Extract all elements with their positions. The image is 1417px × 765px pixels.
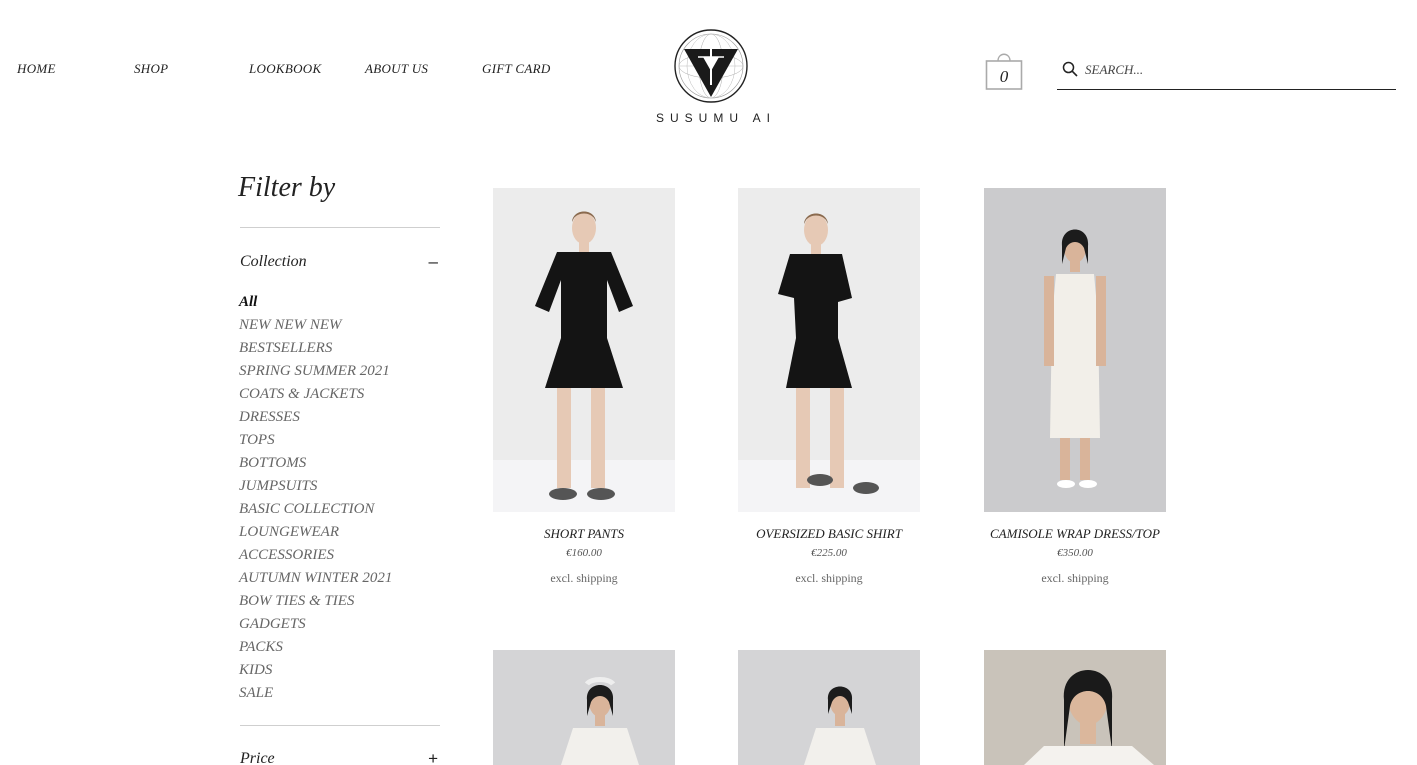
search-bar: [1057, 56, 1396, 90]
collection-label: Collection: [240, 253, 307, 270]
cart-button[interactable]: 0: [985, 49, 1023, 91]
brand-name: SUSUMU AI: [656, 111, 777, 125]
price-label: Price: [240, 750, 275, 765]
triangle-seal-logo-icon: [674, 29, 748, 103]
collection-item-bow-ties-ties[interactable]: BOW TIES & TIES: [239, 591, 392, 614]
collection-item-all[interactable]: All: [239, 292, 392, 315]
cart-count: 0: [999, 67, 1009, 86]
product-price: €160.00: [566, 547, 602, 559]
search-icon: [1062, 61, 1078, 77]
nav-shop[interactable]: SHOP: [134, 61, 168, 77]
collection-item-tops[interactable]: TOPS: [239, 430, 392, 453]
collection-item-basic-collection[interactable]: BASIC COLLECTION: [239, 499, 392, 522]
product-image[interactable]: [984, 650, 1166, 765]
collection-item-spring-summer-2021[interactable]: SPRING SUMMER 2021: [239, 361, 392, 384]
product-shipping: excl. shipping: [550, 571, 618, 585]
price-filter-header[interactable]: Price +: [240, 749, 440, 765]
collection-item-packs[interactable]: PACKS: [239, 637, 392, 660]
product-shipping: excl. shipping: [795, 571, 863, 585]
divider: [240, 725, 440, 726]
product-image[interactable]: [984, 188, 1166, 512]
product-image[interactable]: [493, 650, 675, 765]
collection-item-dresses[interactable]: DRESSES: [239, 407, 392, 430]
collection-item-bestsellers[interactable]: BESTSELLERS: [239, 338, 392, 361]
product-price: €225.00: [811, 547, 847, 559]
product-name[interactable]: SHORT PANTS: [473, 526, 695, 542]
brand-logo[interactable]: SUSUMU AI: [656, 27, 777, 127]
search-input[interactable]: [1085, 59, 1385, 81]
nav-gift-card[interactable]: GIFT CARD: [482, 61, 551, 77]
divider: [240, 227, 440, 228]
collection-item-bottoms[interactable]: BOTTOMS: [239, 453, 392, 476]
collection-item-sale[interactable]: SALE: [239, 683, 392, 706]
collection-item-accessories[interactable]: ACCESSORIES: [239, 545, 392, 568]
nav-lookbook[interactable]: LOOKBOOK: [249, 61, 321, 77]
product-price: €350.00: [1057, 547, 1093, 559]
nav-home[interactable]: HOME: [17, 61, 56, 77]
product-name[interactable]: CAMISOLE WRAP DRESS/TOP: [964, 526, 1186, 542]
collection-item-jumpsuits[interactable]: JUMPSUITS: [239, 476, 392, 499]
expand-icon: +: [428, 749, 438, 765]
collection-item-coats-jackets[interactable]: COATS & JACKETS: [239, 384, 392, 407]
product-image[interactable]: [738, 650, 920, 765]
product-shipping: excl. shipping: [1041, 571, 1109, 585]
nav-about-us[interactable]: ABOUT US: [365, 61, 428, 77]
collection-item-new-new-new[interactable]: NEW NEW NEW: [239, 315, 392, 338]
collection-filter-header[interactable]: Collection –: [240, 252, 440, 275]
collection-item-autumn-winter-2021[interactable]: AUTUMN WINTER 2021: [239, 568, 392, 591]
collection-list: All NEW NEW NEW BESTSELLERS SPRING SUMME…: [239, 292, 392, 706]
collection-item-loungewear[interactable]: LOUNGEWEAR: [239, 522, 392, 545]
collection-item-kids[interactable]: KIDS: [239, 660, 392, 683]
collapse-icon: –: [428, 252, 438, 271]
product-image[interactable]: [493, 188, 675, 512]
collection-item-gadgets[interactable]: GADGETS: [239, 614, 392, 637]
filter-title: Filter by: [238, 172, 336, 203]
product-name[interactable]: OVERSIZED BASIC SHIRT: [718, 526, 940, 542]
product-image[interactable]: [738, 188, 920, 512]
